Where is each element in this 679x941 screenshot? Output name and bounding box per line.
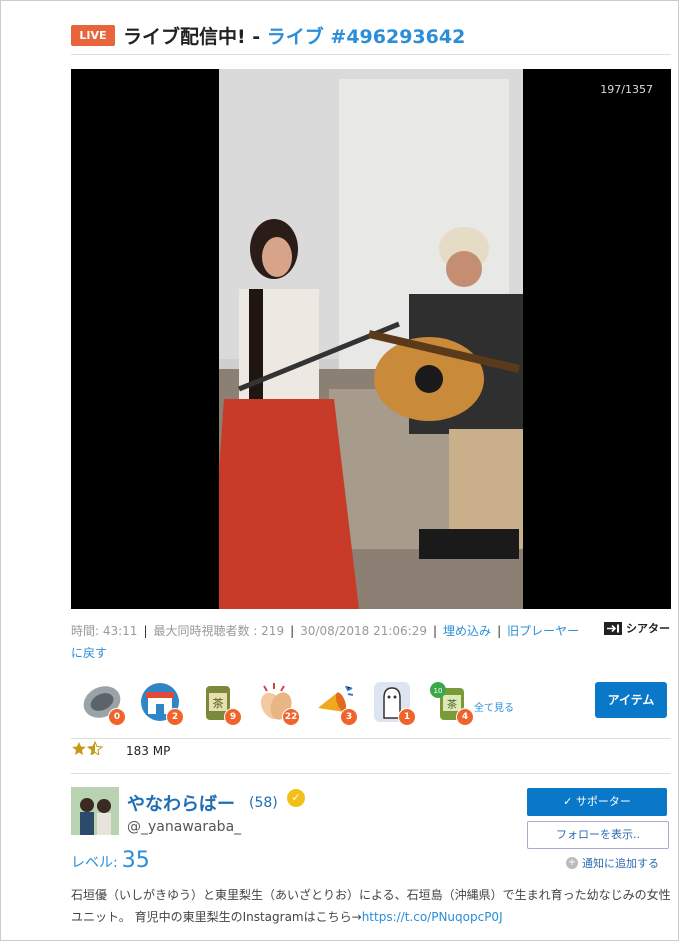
item-coin[interactable]: 0 — [80, 680, 126, 726]
item-tea-x10[interactable]: 茶 10 4 — [428, 680, 474, 726]
svg-text:10: 10 — [434, 687, 443, 695]
description-link[interactable]: https://t.co/PNuqopcP0J — [362, 910, 503, 924]
item-shop[interactable]: 2 — [138, 680, 184, 726]
user-level: レベル: 35 — [71, 848, 150, 873]
level-value: 35 — [121, 848, 150, 873]
user-handle: @_yanawaraba_ — [127, 819, 242, 835]
item-megaphone[interactable]: 3 — [312, 680, 358, 726]
item-ghost[interactable]: 1 — [370, 680, 416, 726]
item-tea-can[interactable]: 茶 9 — [196, 680, 242, 726]
page-header: LIVE ライブ配信中! - ライブ #496293642 — [71, 22, 671, 55]
user-name[interactable]: やなわらばー — [127, 790, 235, 816]
verified-icon: ✓ — [287, 789, 305, 807]
theater-button[interactable]: シアター — [604, 620, 670, 636]
svg-text:茶: 茶 — [447, 698, 457, 711]
item-count: 0 — [108, 708, 126, 726]
svg-text:茶: 茶 — [213, 697, 224, 710]
video-frame — [219, 69, 523, 609]
add-notification-button[interactable]: + 通知に追加する — [566, 855, 659, 871]
live-badge: LIVE — [71, 25, 115, 46]
item-count: 2 — [166, 708, 184, 726]
mp-value: 183 MP — [126, 744, 171, 758]
user-description: 石垣優（いしがきゆう）と東里梨生（あいざとりお）による、石垣島（沖縄県）で生まれ… — [71, 884, 671, 928]
notify-label: 通知に追加する — [582, 857, 659, 870]
rating-row: 183 MP — [71, 738, 671, 774]
avatar-image — [71, 787, 119, 835]
user-count: (58) — [249, 795, 278, 811]
item-button[interactable]: アイテム — [595, 682, 667, 718]
live-id-link[interactable]: ライブ #496293642 — [267, 26, 466, 48]
item-clap[interactable]: 22 — [254, 680, 300, 726]
plus-icon: + — [566, 857, 578, 869]
see-all-link[interactable]: 全て見る — [474, 699, 514, 714]
star-icon — [72, 740, 104, 757]
level-label: レベル: — [71, 855, 118, 871]
supporter-button[interactable]: ✓ サポーター — [527, 788, 667, 816]
viewer-count: 197/1357 — [600, 83, 653, 96]
theater-icon — [604, 621, 622, 635]
theater-label: シアター — [626, 622, 670, 635]
avatar[interactable] — [71, 787, 119, 835]
item-count: 22 — [282, 708, 300, 726]
meta-max-viewers: 最大同時視聴者数 : 219 — [153, 624, 285, 638]
item-count: 3 — [340, 708, 358, 726]
meta-datetime: 30/08/2018 21:06:29 — [300, 624, 427, 638]
item-count: 9 — [224, 708, 242, 726]
title-prefix: ライブ配信中! - — [123, 26, 267, 48]
viewer-count-text: 197/1357 — [600, 83, 653, 96]
item-count: 1 — [398, 708, 416, 726]
video-player[interactable]: 197/1357 — [71, 69, 671, 609]
item-count: 4 — [456, 708, 474, 726]
meta-time: 時間: 43:11 — [71, 624, 138, 638]
stream-meta: 時間: 43:11 | 最大同時視聴者数 : 219 | 30/08/2018 21:0… — [71, 624, 580, 660]
embed-link[interactable]: 埋め込み — [443, 624, 491, 638]
follow-button[interactable]: フォローを表示.. — [527, 821, 669, 849]
page-title: ライブ配信中! - ライブ #496293642 — [123, 22, 465, 49]
star-rating — [72, 740, 104, 759]
